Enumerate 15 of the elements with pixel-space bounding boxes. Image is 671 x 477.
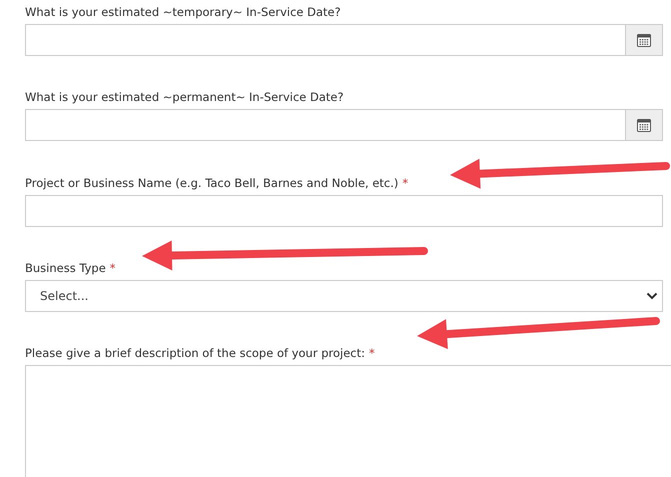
field-label: Project or Business Name (e.g. Taco Bell, Barnes and Noble, etc.) * [25, 175, 410, 191]
date-field[interactable] [25, 24, 663, 56]
calendar-button[interactable] [625, 25, 662, 55]
calendar-icon [637, 118, 651, 132]
field-label: What is your estimated ~temporary~ In-Service Date? [25, 4, 342, 20]
chevron-down-icon [646, 292, 658, 300]
calendar-button[interactable] [625, 110, 662, 140]
field-label: Business Type * [25, 260, 117, 276]
description-textarea[interactable] [25, 365, 671, 477]
date-field[interactable] [25, 109, 663, 141]
name-input-field[interactable] [25, 195, 663, 227]
field-label: What is your estimated ~permanent~ In-Service Date? [25, 89, 345, 105]
business-type-dropdown[interactable]: Select... [25, 280, 663, 312]
calendar-icon [637, 34, 651, 46]
field-label: Please give a brief description of the scope of your project: * [25, 345, 376, 361]
